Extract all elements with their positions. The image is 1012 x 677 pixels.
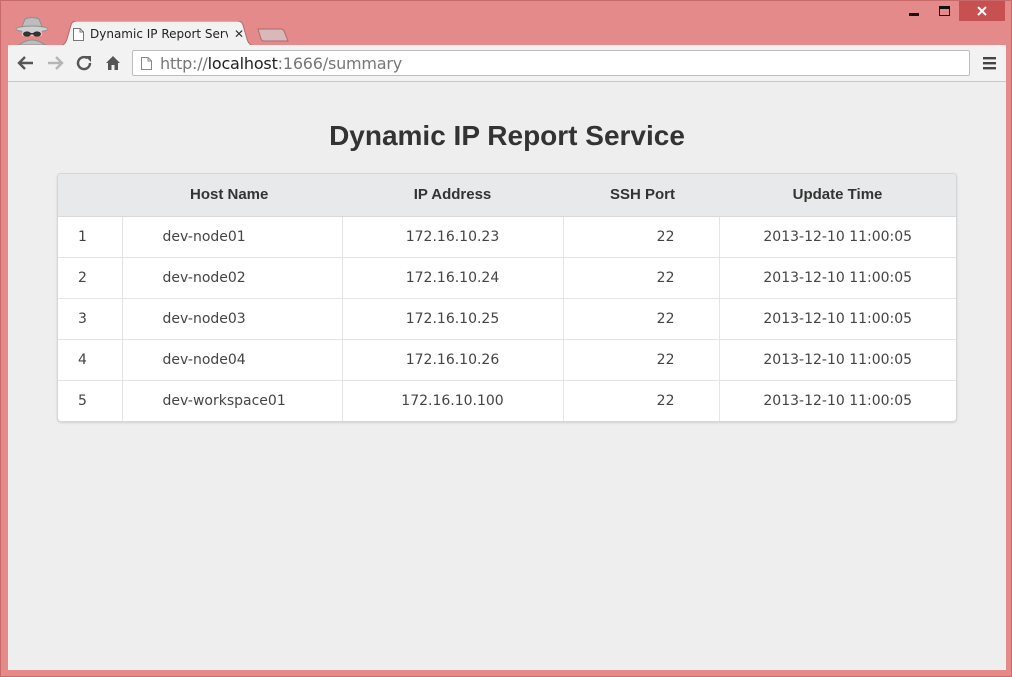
cell-index: 5: [58, 379, 122, 421]
address-bar[interactable]: http://localhost:1666/summary: [132, 50, 970, 76]
table-row: 1 dev-node01 172.16.10.23 22 2013-12-10 …: [58, 216, 956, 257]
hamburger-menu-icon[interactable]: [982, 54, 998, 72]
cell-host-name: dev-node02: [121, 256, 342, 298]
browser-toolbar: http://localhost:1666/summary: [8, 45, 1006, 82]
new-tab-button[interactable]: [257, 28, 289, 42]
home-icon: [106, 56, 120, 70]
report-table-container: Host Name IP Address SSH Port Update Tim…: [57, 173, 957, 422]
page-viewport: Dynamic IP Report Service Host Name IP A…: [8, 82, 1006, 670]
cell-ip-address: 172.16.10.100: [341, 379, 563, 421]
table-row: 2 dev-node02 172.16.10.24 22 2013-12-10 …: [58, 256, 956, 298]
tab-close-icon[interactable]: ✕: [234, 28, 244, 40]
cell-index: 3: [58, 297, 122, 339]
url-scheme: http://: [160, 53, 208, 73]
table-header-row: Host Name IP Address SSH Port Update Tim…: [58, 174, 956, 217]
forward-button[interactable]: [44, 53, 66, 73]
reload-icon: [76, 55, 92, 71]
cell-index: 4: [58, 338, 122, 380]
table-row: 4 dev-node04 172.16.10.26 22 2013-12-10 …: [58, 338, 956, 380]
page-title: Dynamic IP Report Service: [329, 120, 685, 151]
cell-ssh-port: 22: [562, 338, 719, 380]
tab-title: Dynamic IP Report Service: [90, 27, 228, 41]
column-header-update-time: Update Time: [719, 174, 956, 217]
home-button[interactable]: [102, 53, 124, 73]
window-controls: [899, 1, 1005, 23]
close-icon: [977, 6, 987, 16]
minimize-icon: [909, 13, 919, 16]
cell-index: 1: [78, 228, 87, 245]
cell-ip-address: 172.16.10.23: [341, 216, 563, 257]
cell-update-time: 2013-12-10 11:00:05: [718, 216, 956, 257]
cell-update-time: 2013-12-10 11:00:05: [718, 379, 956, 421]
browser-window: Dynamic IP Report Service ✕: [0, 0, 1012, 677]
tab-content: Dynamic IP Report Service ✕: [73, 25, 249, 43]
column-header-host-name: Host Name: [122, 174, 342, 217]
column-header-ssh-port: SSH Port: [563, 174, 719, 217]
maximize-icon: [938, 6, 950, 16]
reload-button[interactable]: [73, 53, 95, 73]
cell-host-name: dev-node03: [121, 297, 342, 339]
incognito-icon: [15, 17, 49, 45]
cell-host-name: dev-workspace01: [121, 379, 342, 421]
cell-ssh-port: 22: [562, 216, 719, 257]
cell-update-time: 2013-12-10 11:00:05: [718, 256, 956, 298]
cell-host-name: dev-node01: [121, 216, 342, 257]
back-arrow-icon: [17, 56, 33, 70]
cell-update-time: 2013-12-10 11:00:05: [718, 297, 956, 339]
table-row: 3 dev-node03 172.16.10.25 22 2013-12-10 …: [58, 297, 956, 339]
back-button[interactable]: [15, 53, 37, 73]
report-table: Host Name IP Address SSH Port Update Tim…: [58, 174, 956, 421]
forward-arrow-icon: [48, 56, 64, 70]
cell-ssh-port: 22: [562, 297, 719, 339]
cell-ssh-port: 22: [562, 256, 719, 298]
url-host: localhost: [207, 53, 278, 73]
cell-ip-address: 172.16.10.24: [341, 256, 563, 298]
cell-host-name: dev-node04: [121, 338, 342, 380]
close-window-button[interactable]: [959, 1, 1005, 21]
url-path: :1666/summary: [277, 53, 403, 73]
cell-ip-address: 172.16.10.25: [341, 297, 563, 339]
page-icon: [73, 27, 84, 41]
url-text[interactable]: http://localhost:1666/summary: [160, 54, 402, 73]
minimize-button[interactable]: [899, 1, 929, 21]
page-icon: [141, 56, 152, 70]
cell-ssh-port: 22: [562, 379, 719, 421]
column-header-ip-address: IP Address: [342, 174, 563, 217]
table-row: 5 dev-workspace01 172.16.10.100 22 2013-…: [58, 379, 956, 421]
cell-update-time: 2013-12-10 11:00:05: [718, 338, 956, 380]
maximize-button[interactable]: [929, 1, 959, 21]
cell-ip-address: 172.16.10.26: [341, 338, 563, 380]
cell-index: 2: [58, 256, 122, 298]
column-header-index: [58, 174, 122, 217]
